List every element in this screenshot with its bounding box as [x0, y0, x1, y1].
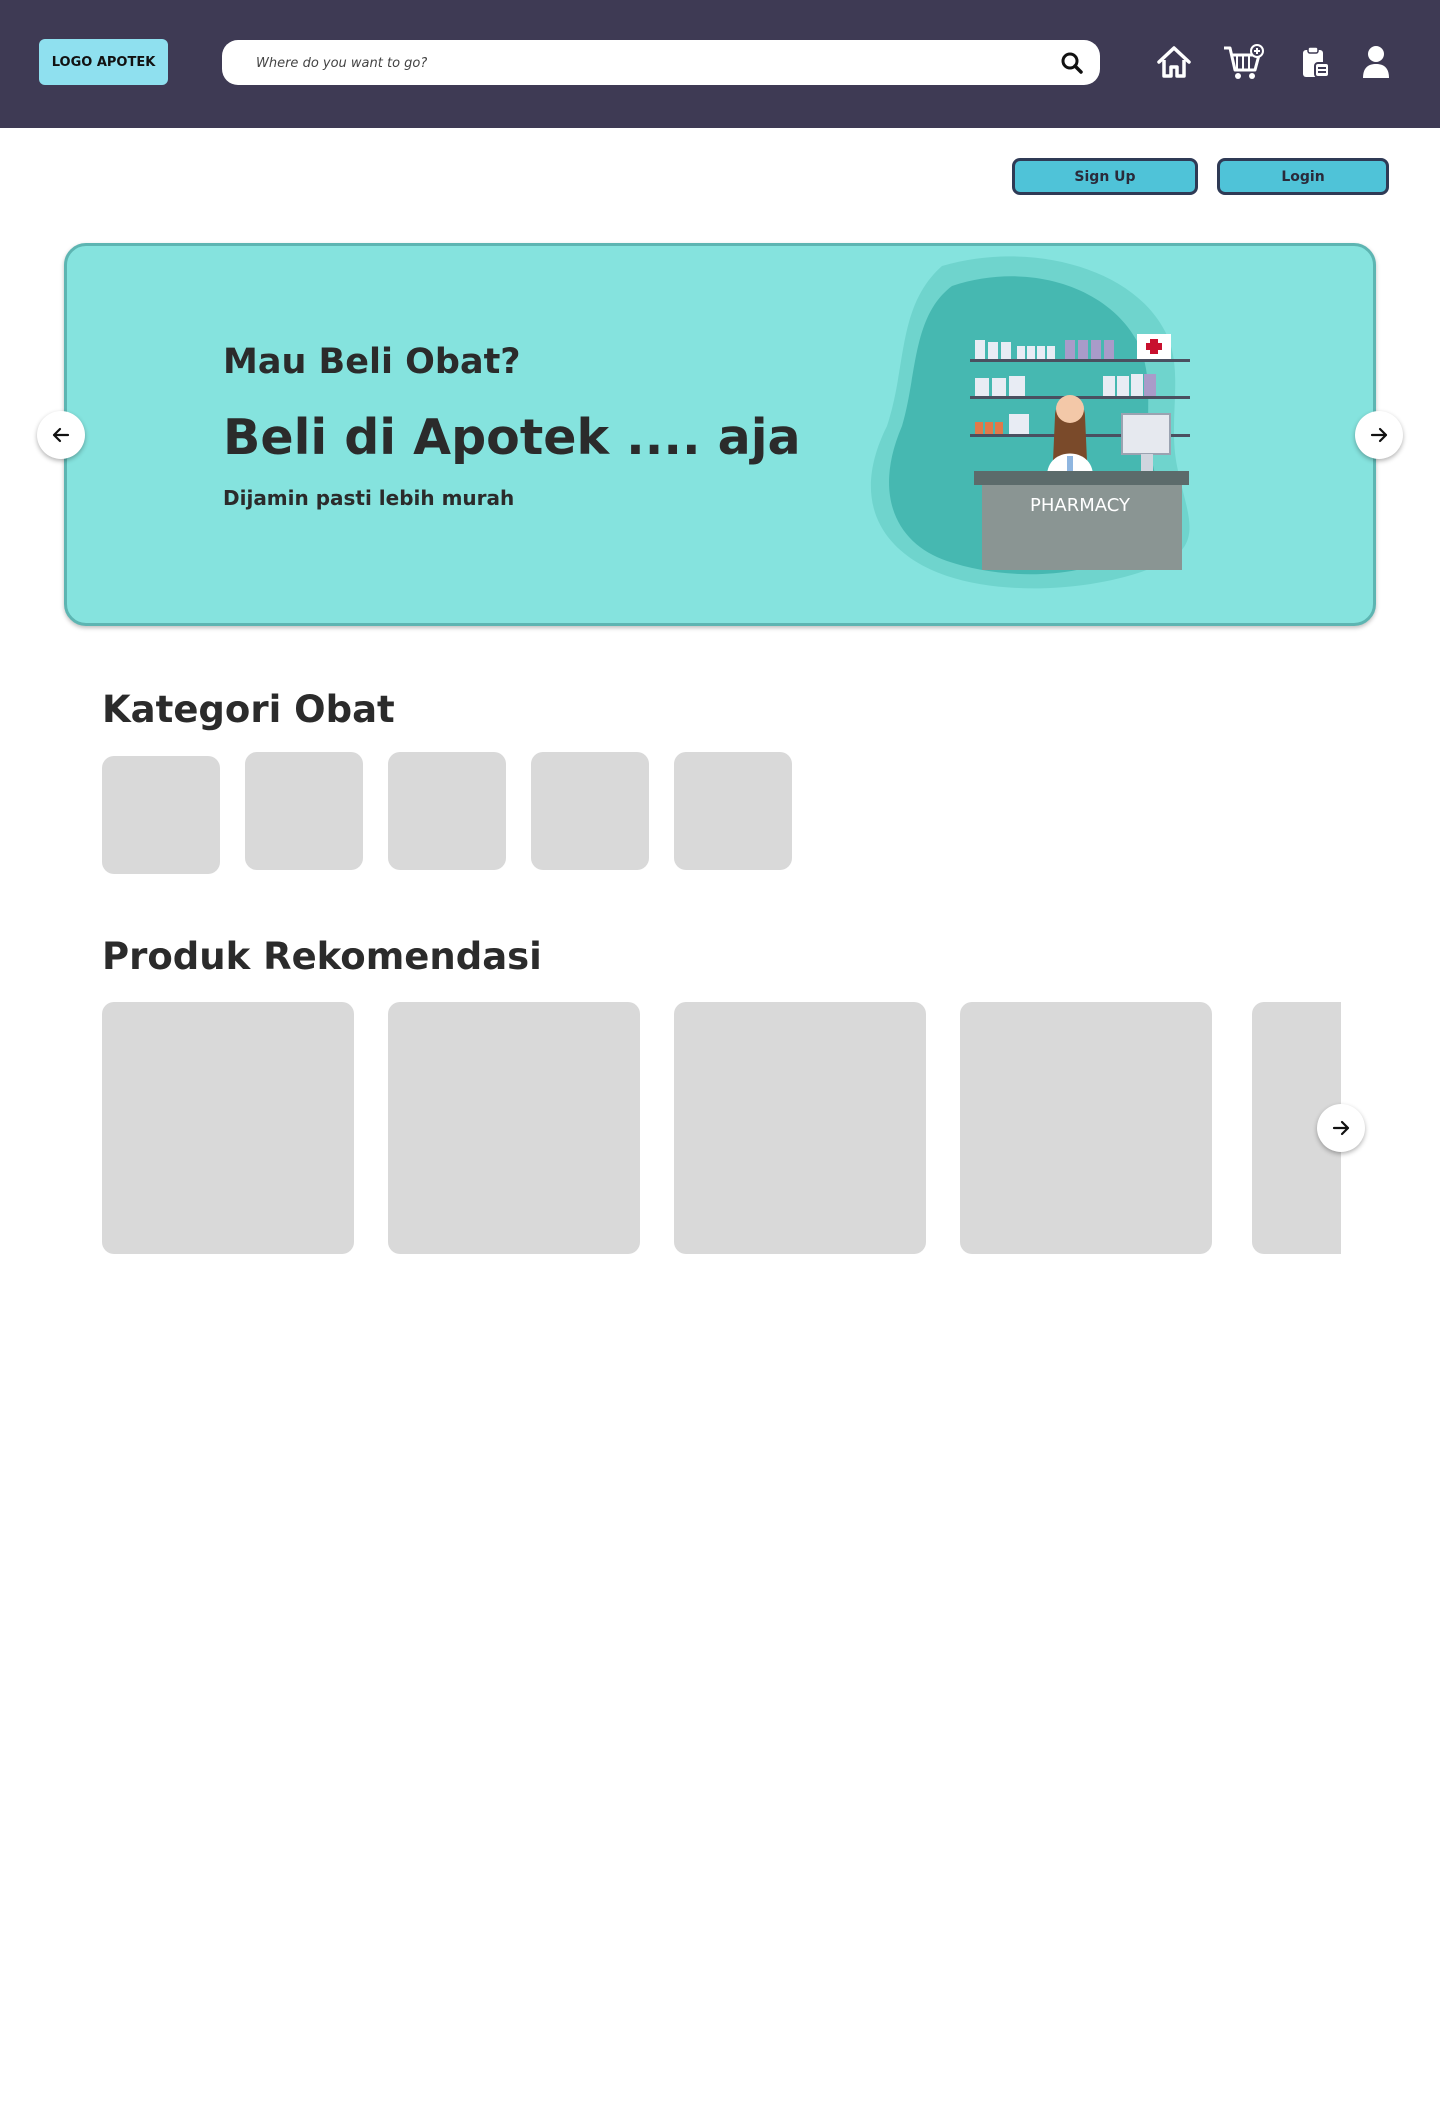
- arrow-left-icon: [52, 427, 70, 443]
- pharmacy-sign: PHARMACY: [1030, 495, 1131, 516]
- user-icon[interactable]: [1354, 40, 1398, 84]
- banner-next-button[interactable]: [1355, 411, 1403, 459]
- arrow-right-icon: [1332, 1120, 1350, 1136]
- category-card[interactable]: [245, 752, 363, 870]
- arrow-right-icon: [1370, 427, 1388, 443]
- banner-subtitle: Mau Beli Obat?: [223, 342, 521, 382]
- pharmacy-illustration: PHARMACY: [870, 256, 1190, 589]
- products-next-button[interactable]: [1317, 1104, 1365, 1152]
- banner-prev-button[interactable]: [37, 411, 85, 459]
- categories-heading: Kategori Obat: [102, 688, 395, 731]
- search-bar: [222, 40, 1100, 87]
- search-icon[interactable]: [1060, 51, 1084, 75]
- home-icon[interactable]: [1152, 40, 1196, 84]
- category-card[interactable]: [102, 756, 220, 874]
- product-card[interactable]: [388, 1002, 640, 1254]
- banner-tagline: Dijamin pasti lebih murah: [223, 486, 515, 510]
- search-input[interactable]: [254, 40, 1038, 87]
- category-card[interactable]: [531, 752, 649, 870]
- login-button[interactable]: Login: [1217, 158, 1389, 195]
- product-card[interactable]: [674, 1002, 926, 1254]
- category-card[interactable]: [388, 752, 506, 870]
- clipboard-icon[interactable]: [1294, 40, 1338, 84]
- top-navbar: LOGO APOTEK: [0, 0, 1440, 128]
- product-card[interactable]: [960, 1002, 1212, 1254]
- products-heading: Produk Rekomendasi: [102, 935, 542, 978]
- category-card[interactable]: [674, 752, 792, 870]
- product-carousel: [102, 1002, 1341, 1254]
- signup-button[interactable]: Sign Up: [1012, 158, 1198, 195]
- logo[interactable]: LOGO APOTEK: [39, 39, 168, 85]
- cart-add-icon[interactable]: [1222, 40, 1266, 84]
- banner-title: Beli di Apotek .... aja: [223, 409, 801, 466]
- hero-banner: Mau Beli Obat? Beli di Apotek .... aja D…: [64, 243, 1376, 626]
- product-card[interactable]: [102, 1002, 354, 1254]
